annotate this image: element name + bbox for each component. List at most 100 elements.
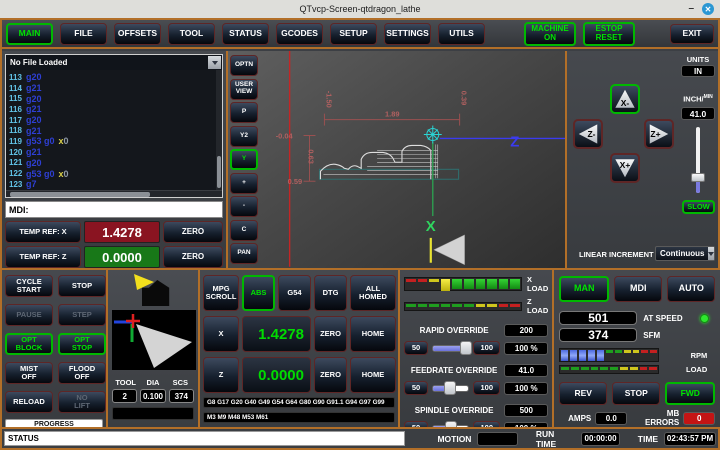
- meter-segment: [418, 279, 428, 282]
- zero-z-dro-button[interactable]: ZERO: [314, 357, 347, 393]
- tool-dia-value: 0.100: [140, 389, 165, 403]
- feedrate-override-label: FEEDRATE OVERRIDE: [404, 366, 504, 375]
- zoom-in-button[interactable]: +: [230, 173, 258, 194]
- qtdragon-lathe-screen: QTvcp-Screen-qtdragon_lathe – ✕ MAIN FIL…: [0, 0, 720, 450]
- tab-gcodes[interactable]: GCODES: [276, 23, 323, 45]
- pan-button[interactable]: PAN: [230, 243, 258, 264]
- opt-stop-button[interactable]: OPT STOP: [58, 333, 106, 355]
- active-mcodes: M3 M9 M48 M53 M61: [203, 412, 395, 423]
- machine-on-button[interactable]: MACHINE ON: [524, 22, 576, 46]
- user-view-button[interactable]: USER VIEW: [230, 79, 258, 100]
- jog-z-plus-button[interactable]: Z+: [644, 119, 674, 149]
- all-homed-button[interactable]: ALL HOMED: [350, 275, 396, 311]
- cycle-start-button[interactable]: CYCLE START: [5, 275, 53, 297]
- mdi-mode-button[interactable]: MDI: [614, 276, 662, 302]
- horizontal-scrollbar[interactable]: [6, 190, 222, 197]
- meter-segment: [600, 367, 608, 370]
- slider-handle[interactable]: [460, 341, 472, 355]
- rapid-min-button[interactable]: 50: [404, 341, 428, 355]
- gcode-text: g21: [26, 83, 42, 93]
- jog-rate-slider[interactable]: [691, 127, 705, 193]
- gcode-line: 123g7: [6, 179, 222, 190]
- tab-utils[interactable]: UTILS: [438, 23, 485, 45]
- minimize-button[interactable]: –: [688, 4, 694, 14]
- close-button[interactable]: ✕: [702, 3, 714, 15]
- jog-x-minus-button[interactable]: X-: [610, 84, 640, 114]
- opt-block-button[interactable]: OPT BLOCK: [5, 333, 53, 355]
- gcode-listing[interactable]: 113g20 114g21 115g20 116g21 117g20 118g2…: [6, 70, 222, 190]
- clear-button[interactable]: C: [230, 220, 258, 241]
- tab-status[interactable]: STATUS: [222, 23, 269, 45]
- tab-settings[interactable]: SETTINGS: [384, 23, 431, 45]
- estop-reset-button[interactable]: ESTOP RESET: [583, 22, 635, 46]
- meter-segment: [640, 367, 648, 370]
- chevron-down-icon[interactable]: [708, 247, 714, 260]
- no-lift-button[interactable]: NO LIFT: [58, 391, 106, 413]
- flood-button[interactable]: FLOOD OFF: [58, 362, 106, 384]
- scs-label: SCS: [167, 378, 194, 387]
- rapid-slider[interactable]: [432, 341, 469, 355]
- chevron-down-icon[interactable]: [208, 56, 221, 69]
- dtg-button[interactable]: DTG: [314, 275, 347, 311]
- view-y2-button[interactable]: Y2: [230, 126, 258, 147]
- scrollbar-thumb[interactable]: [217, 156, 221, 187]
- axis-z-button[interactable]: Z: [203, 357, 239, 393]
- tab-file[interactable]: FILE: [60, 23, 107, 45]
- feedrate-slider[interactable]: [432, 381, 469, 395]
- rapid-value: 200: [504, 324, 548, 337]
- zero-z-button[interactable]: ZERO: [163, 246, 223, 268]
- abs-button[interactable]: ABS: [242, 275, 275, 311]
- meter-segment: [630, 367, 638, 370]
- tab-offsets[interactable]: OFFSETS: [114, 23, 161, 45]
- spindle-fwd-button[interactable]: FWD: [665, 382, 715, 405]
- reload-button[interactable]: RELOAD: [5, 391, 53, 413]
- stop-button[interactable]: STOP: [58, 275, 106, 297]
- pause-button[interactable]: PAUSE: [5, 304, 53, 326]
- gcode-line: 113g20: [6, 72, 222, 83]
- step-button[interactable]: STEP: [58, 304, 106, 326]
- vertical-scrollbar[interactable]: [216, 70, 222, 190]
- home-z-button[interactable]: HOME: [350, 357, 396, 393]
- jog-x-plus-button[interactable]: X+: [610, 153, 640, 183]
- axis-x-button[interactable]: X: [203, 316, 239, 352]
- temp-ref-z-button[interactable]: TEMP REF: Z: [5, 246, 81, 268]
- loaded-file-combo[interactable]: No File Loaded: [6, 55, 222, 70]
- view-options-button[interactable]: OPTN: [230, 55, 258, 76]
- home-x-button[interactable]: HOME: [350, 316, 396, 352]
- exit-button[interactable]: EXIT: [670, 24, 714, 44]
- x-axis-label: X: [426, 219, 436, 235]
- feedrate-min-button[interactable]: 50: [404, 381, 428, 395]
- dro-x-value: 1.4278: [242, 316, 311, 352]
- spindle-stop-button[interactable]: STOP: [612, 382, 660, 405]
- man-mode-button[interactable]: MAN: [559, 276, 609, 302]
- rapid-max-button[interactable]: 100: [473, 341, 500, 355]
- mpg-scroll-button[interactable]: MPG SCROLL: [203, 275, 239, 311]
- slider-handle[interactable]: [444, 381, 456, 395]
- zero-x-dro-button[interactable]: ZERO: [314, 316, 347, 352]
- auto-mode-button[interactable]: AUTO: [667, 276, 715, 302]
- scrollbar-thumb[interactable]: [10, 192, 150, 197]
- zero-x-button[interactable]: ZERO: [163, 221, 223, 243]
- gcode-text: g20: [26, 72, 42, 82]
- tab-setup[interactable]: SETUP: [330, 23, 377, 45]
- spindle-rev-button[interactable]: REV: [559, 382, 607, 405]
- slow-button[interactable]: SLOW: [682, 200, 715, 214]
- mb-errors-label: MB ERRORS: [631, 409, 679, 427]
- line-number: 120: [6, 148, 26, 157]
- zoom-out-button[interactable]: -: [230, 196, 258, 217]
- view-y-button[interactable]: Y: [230, 149, 258, 170]
- tab-main[interactable]: MAIN: [6, 23, 53, 45]
- mdi-input[interactable]: MDI:: [5, 201, 223, 218]
- g54-button[interactable]: G54: [278, 275, 311, 311]
- jog-z-minus-button[interactable]: Z-: [573, 119, 603, 149]
- gcode-preview[interactable]: OPTN USER VIEW P Y2 Y + - C PAN 1.89: [228, 51, 567, 268]
- linear-increment-combo[interactable]: Continuous: [655, 246, 715, 261]
- feedrate-max-button[interactable]: 100: [473, 381, 500, 395]
- x-load-meter: [404, 277, 522, 291]
- temp-ref-x-button[interactable]: TEMP REF: X: [5, 221, 81, 243]
- slider-handle[interactable]: [691, 173, 705, 182]
- tab-tool[interactable]: TOOL: [168, 23, 215, 45]
- gcode-text: g20: [26, 94, 42, 104]
- mist-button[interactable]: MIST OFF: [5, 362, 53, 384]
- view-p-button[interactable]: P: [230, 102, 258, 123]
